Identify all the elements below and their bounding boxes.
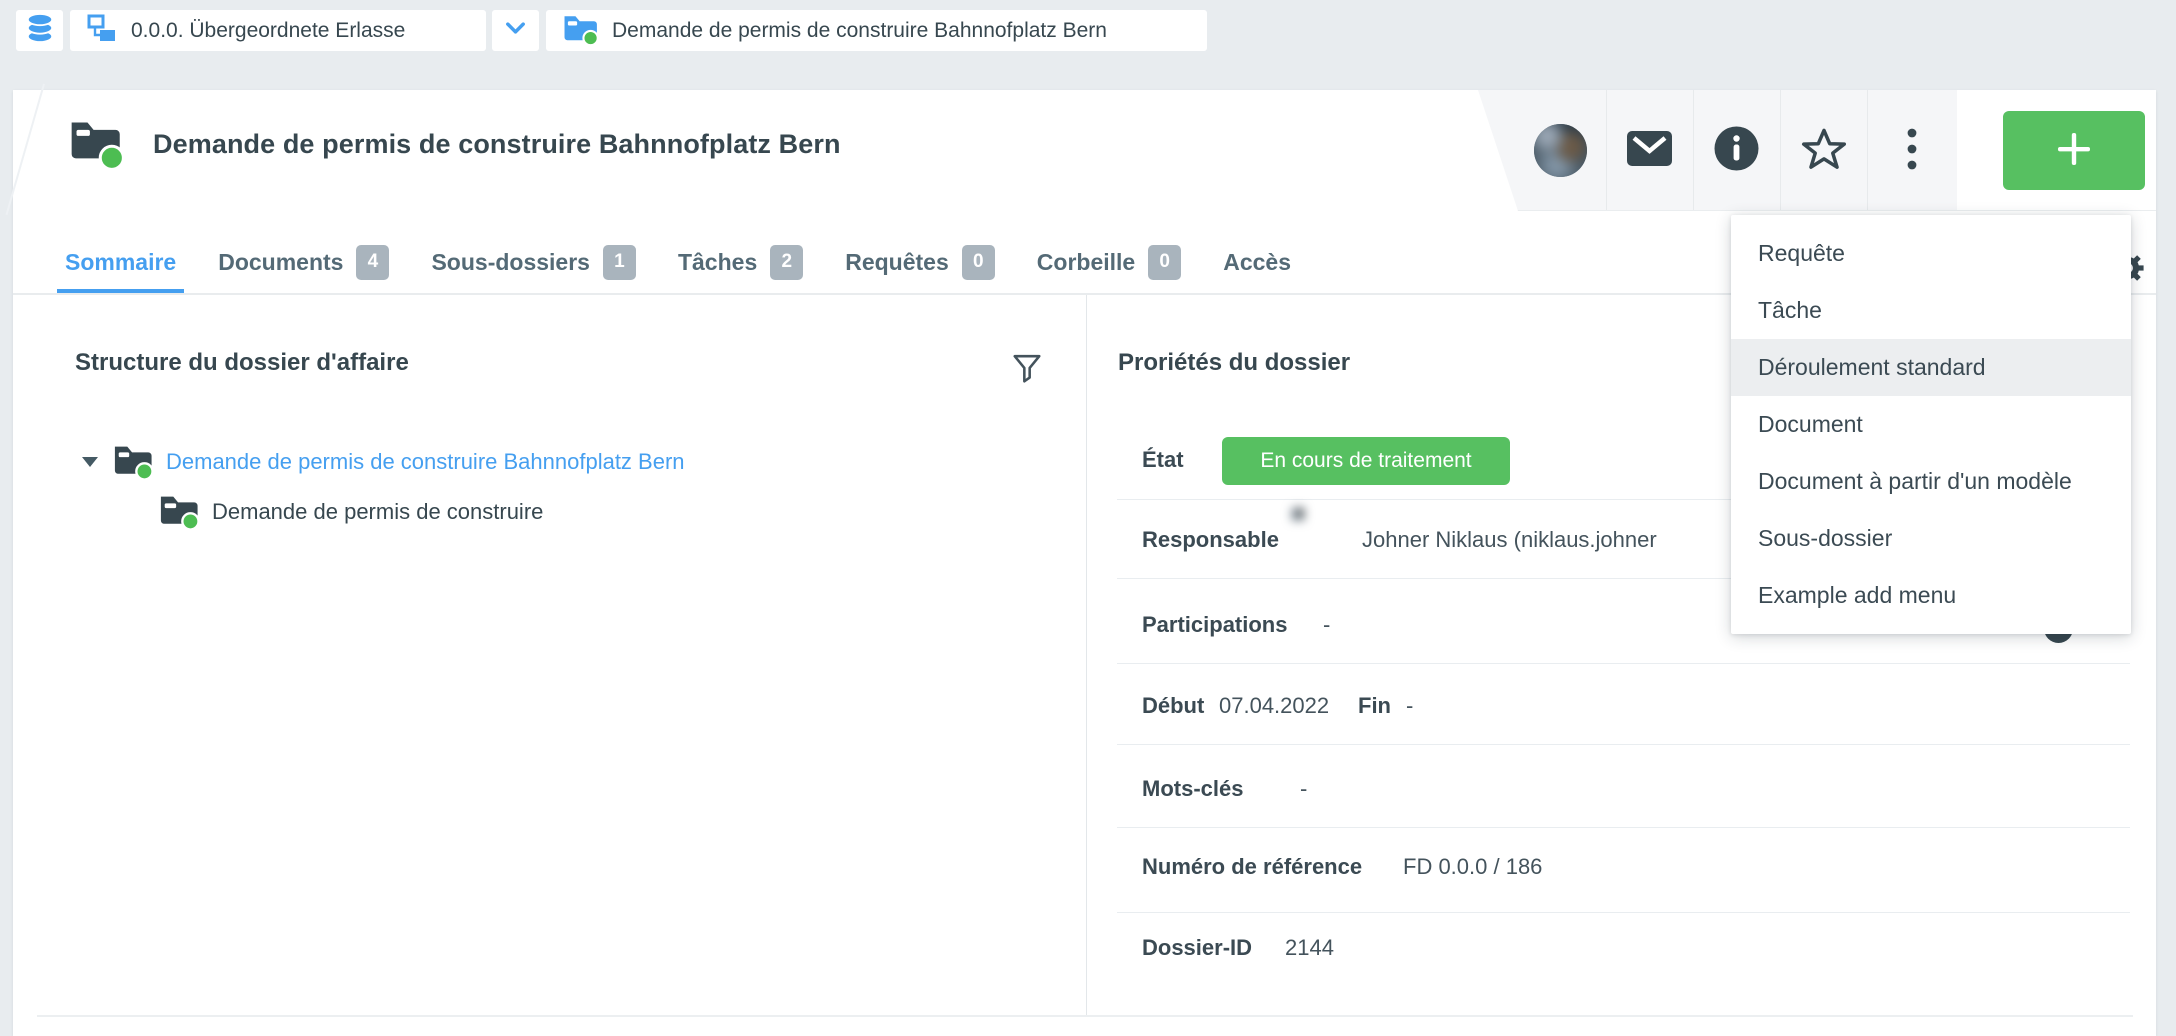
debut-label: Début [1142,693,1204,719]
decorative-slant [6,84,45,215]
more-actions-button[interactable] [1867,90,1957,210]
sitemap-icon [86,13,118,49]
reference-label: Numéro de référence [1142,854,1362,880]
tab-acces[interactable]: Accès [1223,230,1291,294]
page-title: Demande de permis de construire Bahnnofp… [153,129,841,160]
tab-label: Tâches [678,249,757,276]
plus-icon [2055,130,2093,171]
user-avatar [1534,124,1587,177]
tree-node-link[interactable]: Demande de permis de construire Bahnnofp… [166,449,685,475]
database-icon [25,12,55,50]
structure-panel-title: Structure du dossier d'affaire [75,349,409,377]
content-bottom-divider [37,1015,2133,1017]
participations-value: - [1323,612,1330,638]
breadcrumb-bar: 0.0.0. Übergeordnete Erlasse Demande de … [0,0,2176,90]
kebab-menu-icon [1906,127,1918,174]
fin-label: Fin [1358,693,1391,719]
dossier-id-label: Dossier-ID [1142,935,1252,961]
add-menu: Requête Tâche Déroulement standard Docum… [1731,215,2131,634]
tab-count-badge: 1 [603,245,636,280]
tab-sommaire[interactable]: Sommaire [65,230,176,294]
panel-divider [1086,295,1087,1015]
folder-open-icon [158,490,200,535]
favorite-button[interactable] [1780,90,1867,210]
tab-count-badge: 0 [962,245,995,280]
tab-count-badge: 2 [770,245,803,280]
info-icon [1713,125,1760,175]
menu-item-requete[interactable]: Requête [1731,225,2131,282]
chevron-down-icon [503,18,528,44]
etat-label: État [1142,447,1184,473]
breadcrumb-entity-label: Demande de permis de construire Bahnnofp… [612,19,1107,43]
menu-item-sous-dossier[interactable]: Sous-dossier [1731,510,2131,567]
header-toolbar [1465,90,2156,211]
menu-item-document[interactable]: Document [1731,396,2131,453]
responsable-value: Johner Niklaus (niklaus.johner [1362,527,1657,553]
tab-label: Documents [218,249,343,276]
mots-cles-value: - [1300,776,1307,802]
tab-bar: Sommaire Documents 4 Sous-dossiers 1 Tâc… [13,230,1465,294]
row-divider [1117,663,2130,664]
tab-corbeille[interactable]: Corbeille 0 [1037,230,1181,294]
add-button[interactable] [2003,111,2145,190]
filter-button[interactable] [1005,348,1049,392]
tree-row-root: Demande de permis de construire Bahnnofp… [82,440,685,484]
tab-count-badge: 4 [356,245,389,280]
row-divider [1117,827,2130,828]
breadcrumb-entity-button[interactable]: Demande de permis de construire Bahnnofp… [546,10,1207,51]
tab-taches[interactable]: Tâches 2 [678,230,803,294]
star-icon [1801,127,1847,174]
tab-label: Sous-dossiers [431,249,590,276]
menu-item-deroulement-standard[interactable]: Déroulement standard [1731,339,2131,396]
mail-icon [1626,130,1673,170]
tab-label: Requêtes [845,249,949,276]
tab-label: Accès [1223,249,1291,276]
status-badge: En cours de traitement [1222,437,1510,485]
debut-value: 07.04.2022 [1219,693,1329,719]
responsable-label: Responsable [1142,527,1279,553]
breadcrumb-expand-button[interactable] [492,10,539,51]
row-divider [1117,912,2130,913]
tab-documents[interactable]: Documents 4 [218,230,389,294]
tab-label: Sommaire [65,249,176,276]
tab-count-badge: 0 [1148,245,1181,280]
folder-dossier-icon [562,10,599,52]
menu-item-tache[interactable]: Tâche [1731,282,2131,339]
responsable-avatar [1298,514,1350,566]
tree-expander-icon[interactable] [82,457,98,467]
tree-node-label: Demande de permis de construire [212,499,543,525]
mail-button[interactable] [1606,90,1693,210]
filter-icon [1012,353,1042,388]
dossier-id-value: 2144 [1285,935,1334,961]
properties-panel-title: Proriétés du dossier [1118,349,1350,377]
tab-requetes[interactable]: Requêtes 0 [845,230,995,294]
tab-sous-dossiers[interactable]: Sous-dossiers 1 [431,230,636,294]
database-button[interactable] [16,10,63,51]
fin-value: - [1406,693,1413,719]
add-button-cell [1957,90,2156,210]
folder-icon [112,440,154,485]
user-avatar-button[interactable] [1517,90,1604,210]
row-divider [1117,744,2130,745]
breadcrumb-context-label: 0.0.0. Übergeordnete Erlasse [131,19,405,43]
info-button[interactable] [1693,90,1780,210]
mots-cles-label: Mots-clés [1142,776,1243,802]
menu-item-document-modele[interactable]: Document à partir d'un modèle [1731,453,2131,510]
tab-label: Corbeille [1037,249,1135,276]
breadcrumb-context-button[interactable]: 0.0.0. Übergeordnete Erlasse [70,10,486,51]
tree-row-child: Demande de permis de construire [158,490,543,534]
dossier-folder-icon [68,114,124,170]
participations-label: Participations [1142,612,1287,638]
menu-item-example-add-menu[interactable]: Example add menu [1731,567,2131,624]
reference-value: FD 0.0.0 / 186 [1403,854,1542,880]
